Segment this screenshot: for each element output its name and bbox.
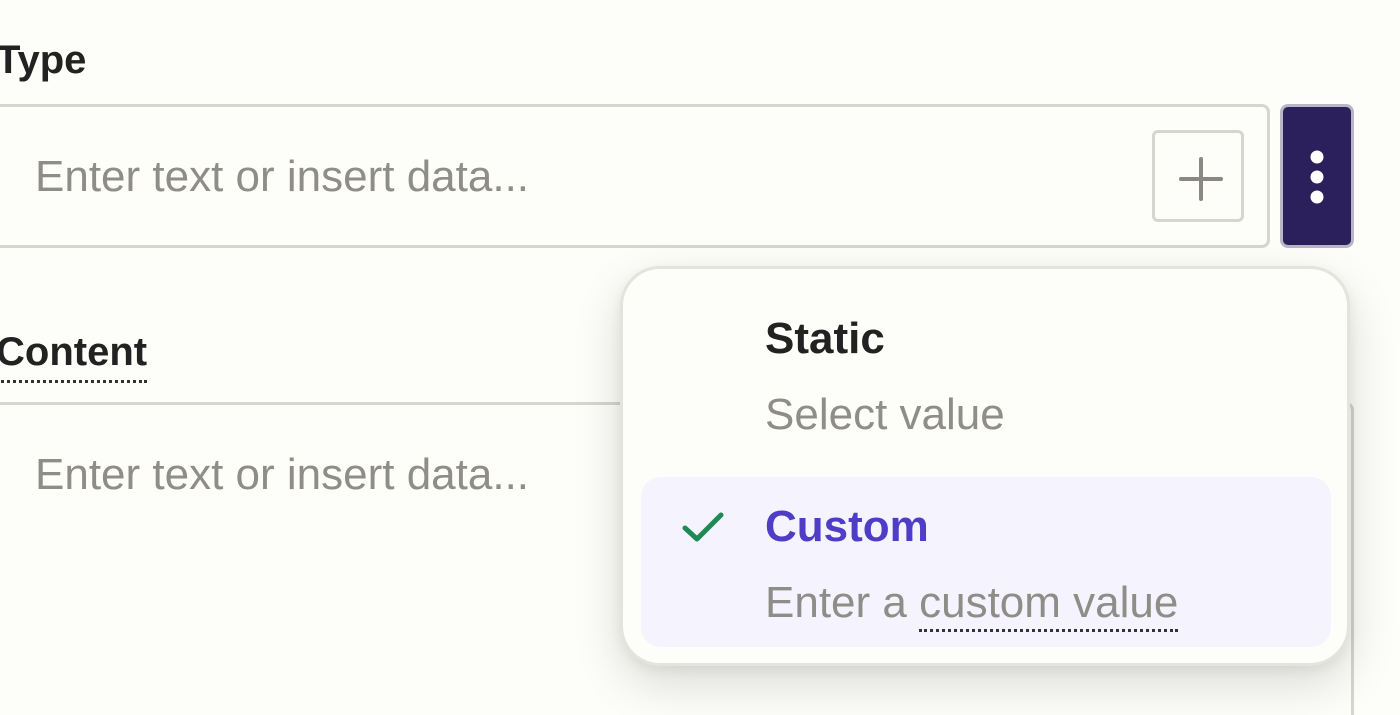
type-input[interactable]: Enter text or insert data... (0, 104, 1270, 248)
description-prefix: Enter a (765, 578, 907, 627)
menu-option-description: Enter a custom value (765, 578, 1179, 632)
content-label: Content (0, 332, 148, 383)
menu-option-custom[interactable]: Custom Enter a custom value (641, 477, 1331, 647)
menu-option-description: Select value (765, 390, 1005, 439)
value-mode-menu: Static Select value Custom Enter a custo… (620, 266, 1350, 666)
type-label: Type (0, 38, 87, 82)
insert-data-button[interactable] (1152, 130, 1244, 222)
content-input-placeholder: Enter text or insert data... (35, 450, 530, 499)
menu-option-title: Static (765, 314, 885, 363)
checkmark-icon (682, 512, 724, 542)
plus-icon (1179, 157, 1223, 201)
custom-value-term: custom value (919, 578, 1179, 632)
page: Type Enter text or insert data... Conten… (0, 0, 1400, 715)
menu-option-title: Custom (765, 502, 929, 551)
vertical-ellipsis-icon (1310, 150, 1324, 204)
more-options-button[interactable] (1280, 104, 1354, 248)
menu-option-static[interactable]: Static Select value (641, 289, 1331, 469)
type-input-placeholder: Enter text or insert data... (35, 152, 530, 201)
